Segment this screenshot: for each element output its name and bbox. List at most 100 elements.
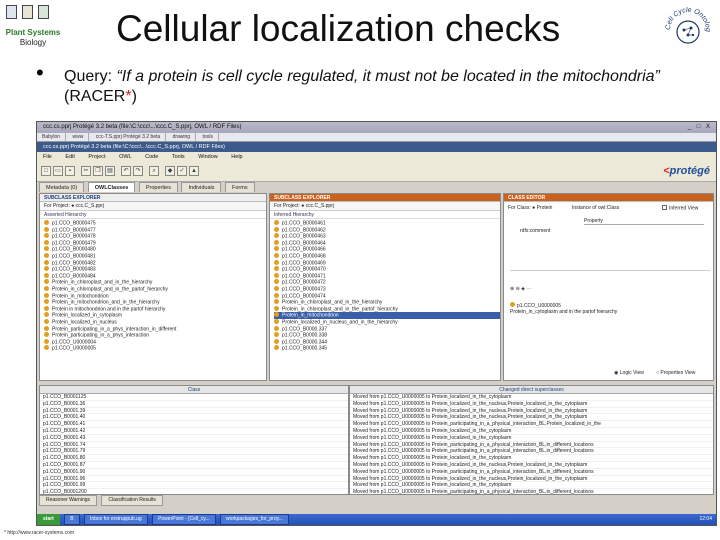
menu-edit[interactable]: Edit bbox=[59, 152, 80, 162]
table-row[interactable]: Moved from p1.CCO_U0000005 to Protein_pa… bbox=[350, 448, 713, 456]
table-row[interactable]: Moved from p1.CCO_U0000005 to Protein_lo… bbox=[350, 414, 713, 422]
tree-item[interactable]: p1.CCO_B0000466 bbox=[274, 246, 500, 253]
table-row[interactable]: p1.CCO_B0001.80 bbox=[40, 455, 348, 462]
save-icon[interactable]: ▪ bbox=[65, 166, 75, 176]
tree-item[interactable]: Protein_localized_in_nucleus bbox=[44, 318, 266, 326]
paste-icon[interactable]: ▤ bbox=[105, 166, 115, 176]
table-row[interactable]: p1.CCO_B0001.36 bbox=[40, 401, 348, 408]
undo-icon[interactable]: ↶ bbox=[121, 166, 131, 176]
tree-item[interactable]: Protein_in_mitochondrion bbox=[44, 292, 266, 300]
compute-types-icon[interactable]: ▲ bbox=[189, 166, 199, 176]
tree-item[interactable]: p1.CCO_B0000469 bbox=[274, 259, 500, 267]
menu-file[interactable]: File bbox=[37, 152, 58, 162]
table-row[interactable]: p1.CCO_B0001.87 bbox=[40, 462, 348, 469]
logic-view-radio[interactable]: ◉ Logic View bbox=[614, 370, 644, 376]
tree-item[interactable]: Protein_participating_in_a_phys_interact… bbox=[44, 332, 266, 339]
browser-tab[interactable]: www bbox=[67, 133, 90, 141]
taskbar-item[interactable]: B bbox=[64, 514, 80, 525]
copy-icon[interactable]: ❐ bbox=[93, 166, 103, 176]
tree-item[interactable]: Protein_in_chloroplast_and_in_the_hierar… bbox=[44, 279, 266, 286]
table-row[interactable]: Moved from p1.CCO_U0000005 to Protein_lo… bbox=[350, 408, 713, 415]
open-icon[interactable]: ▭ bbox=[53, 166, 63, 176]
tree-item[interactable]: p1.CCO_B0000.338 bbox=[274, 332, 500, 339]
menu-tools[interactable]: Tools bbox=[166, 152, 191, 162]
tree-item[interactable]: p1.CCO_B0000.345 bbox=[274, 345, 500, 352]
table-row[interactable]: Moved from p1.CCO_U0000005 to Protein_pa… bbox=[350, 442, 713, 449]
table-row[interactable]: Moved from p1.CCO_U0000005 to Protein_pa… bbox=[350, 489, 713, 494]
taskbar-item[interactable]: Inbox for erstruppub.ug bbox=[83, 514, 148, 525]
tree-item[interactable]: Protein_participating_in_a_phys_interact… bbox=[44, 325, 266, 333]
tree-item[interactable]: p1.CCO_B0000468 bbox=[274, 252, 500, 260]
table-row[interactable]: Moved from p1.CCO_U0000005 to Protein_lo… bbox=[350, 435, 713, 442]
table-row[interactable]: Moved from p1.CCO_U0000005 to Protein_lo… bbox=[350, 476, 713, 483]
tree-item[interactable]: p1.CCO_B0000470 bbox=[274, 266, 500, 273]
check-consistency-icon[interactable]: ✓ bbox=[177, 166, 187, 176]
new-icon[interactable]: □ bbox=[41, 166, 51, 176]
tree-item[interactable]: p1.CCO_B0000473 bbox=[274, 285, 500, 293]
tree-item[interactable]: p1.CCO_B0000463 bbox=[274, 233, 500, 240]
table-row[interactable]: p1.CCO_B0001.96 bbox=[40, 476, 348, 483]
table-row[interactable]: Moved from p1.CCO_U0000005 to Protein_pa… bbox=[350, 421, 713, 428]
find-icon[interactable]: ⌕ bbox=[149, 166, 159, 176]
tab-reasoner-warnings[interactable]: Reasoner Warnings bbox=[39, 495, 98, 506]
window-controls[interactable]: _ □ X bbox=[688, 122, 712, 133]
tree-item[interactable]: p1.CCO_B0000464 bbox=[274, 239, 500, 247]
start-button[interactable]: start bbox=[37, 514, 60, 525]
tree-item[interactable]: p1.CCO_B0000477 bbox=[44, 226, 266, 234]
tab-classification-results[interactable]: Classification Results bbox=[101, 495, 163, 506]
tree-item[interactable]: p1.CCO_U0000005 bbox=[44, 345, 266, 352]
tree-item[interactable]: p1.CCO_B0000471 bbox=[274, 272, 500, 280]
table-row[interactable]: p1.CCO_B0001.99 bbox=[40, 482, 348, 490]
tree-item[interactable]: p1.CCO_B0000482 bbox=[44, 259, 266, 267]
tree-item[interactable]: p1.CCO_B0000481 bbox=[44, 252, 266, 260]
tree-item[interactable]: p1.CCO_B0000478 bbox=[44, 233, 266, 240]
tree-item[interactable]: Protein_in_mitochondrion_and_in_the_hier… bbox=[44, 299, 266, 306]
table-row[interactable]: p1.CCO_B0001.42 bbox=[40, 428, 348, 435]
tree-item[interactable]: p1.CCO_B0000.337 bbox=[274, 325, 500, 333]
table-row[interactable]: Moved from p1.CCO_U0000005 to Protein_lo… bbox=[350, 401, 713, 408]
table-row[interactable]: Moved from p1.CCO_U0000005 to Protein_pa… bbox=[350, 469, 713, 476]
tree-item[interactable]: p1.CCO_B0000483 bbox=[44, 266, 266, 273]
taskbar-item[interactable]: workpackages_for_proy... bbox=[220, 514, 289, 525]
table-row[interactable]: Moved from p1.CCO_U0000005 to Protein_lo… bbox=[350, 462, 713, 469]
tree-item[interactable]: Protein_in_chloroplast_and_in_the_partof… bbox=[274, 305, 500, 313]
tree-item[interactable]: Protein_in_mitochondrion bbox=[274, 312, 500, 319]
tree-item[interactable]: Protein_in_chloroplast_and_in_the_hierar… bbox=[274, 299, 500, 306]
tab-properties[interactable]: Properties bbox=[138, 182, 178, 192]
properties-view-radio[interactable]: ○ Properties View bbox=[656, 370, 695, 376]
tab-forms[interactable]: Forms bbox=[225, 182, 255, 192]
annotation-value[interactable]: rdfs:comment bbox=[520, 228, 550, 234]
table-row[interactable]: Moved from p1.CCO_U0000005 to Protein_lo… bbox=[350, 455, 713, 462]
table-row[interactable]: Moved from p1.CCO_U0000005 to Protein_lo… bbox=[350, 394, 713, 401]
cut-icon[interactable]: ✂ bbox=[81, 166, 91, 176]
table-row[interactable]: p1.CCO_B0001.41 bbox=[40, 421, 348, 428]
browser-tab[interactable]: Babylon bbox=[37, 133, 67, 141]
menu-owl[interactable]: OWL bbox=[113, 152, 138, 162]
table-row[interactable]: p1.CCO_B0001.90 bbox=[40, 469, 348, 476]
tree-item[interactable]: p1.CCO_B0000480 bbox=[44, 246, 266, 253]
classify-icon[interactable]: ◆ bbox=[165, 166, 175, 176]
browser-tab[interactable]: drawing bbox=[168, 133, 197, 141]
menu-help[interactable]: Help bbox=[225, 152, 248, 162]
inferred-view-checkbox[interactable]: Inferred View bbox=[662, 205, 698, 212]
tree-item[interactable]: p1.CCO_B0000484 bbox=[44, 272, 266, 280]
tree-item[interactable]: p1.CCO_B0000479 bbox=[44, 239, 266, 247]
tree-item[interactable]: Protein_localized_in_nucleus_and_in_the_… bbox=[274, 318, 500, 326]
equivalent-class-icon[interactable]: ⊕ ⊖ ◈ ⋯ bbox=[510, 286, 531, 292]
tree-item[interactable]: p1.CCO_B0000.344 bbox=[274, 338, 500, 346]
superclass-item[interactable]: p1.CCO_U0000005 bbox=[510, 302, 561, 309]
menu-project[interactable]: Project bbox=[82, 152, 111, 162]
table-row[interactable]: p1.CCO_B0001.79 bbox=[40, 448, 348, 456]
tree-item[interactable]: p1.CCO_B0000472 bbox=[274, 279, 500, 286]
menu-code[interactable]: Code bbox=[139, 152, 164, 162]
tree-item[interactable]: Protein in mitochondrion and in the part… bbox=[44, 305, 266, 313]
table-row[interactable]: p1.CCO_B0001.43 bbox=[40, 435, 348, 442]
checkbox-icon[interactable] bbox=[662, 205, 667, 210]
tree-item[interactable]: p1.CCO_B0000461 bbox=[274, 220, 500, 227]
table-row[interactable]: Moved from p1.CCO_U0000005 to Protein_lo… bbox=[350, 428, 713, 435]
menu-window[interactable]: Window bbox=[192, 152, 224, 162]
tab-owlclasses[interactable]: OWLClasses bbox=[87, 182, 136, 192]
browser-tab[interactable]: tools bbox=[197, 133, 220, 141]
taskbar-item[interactable]: PowerPoint - [Cell_cy... bbox=[152, 514, 216, 525]
tab-individuals[interactable]: Individuals bbox=[181, 182, 222, 192]
